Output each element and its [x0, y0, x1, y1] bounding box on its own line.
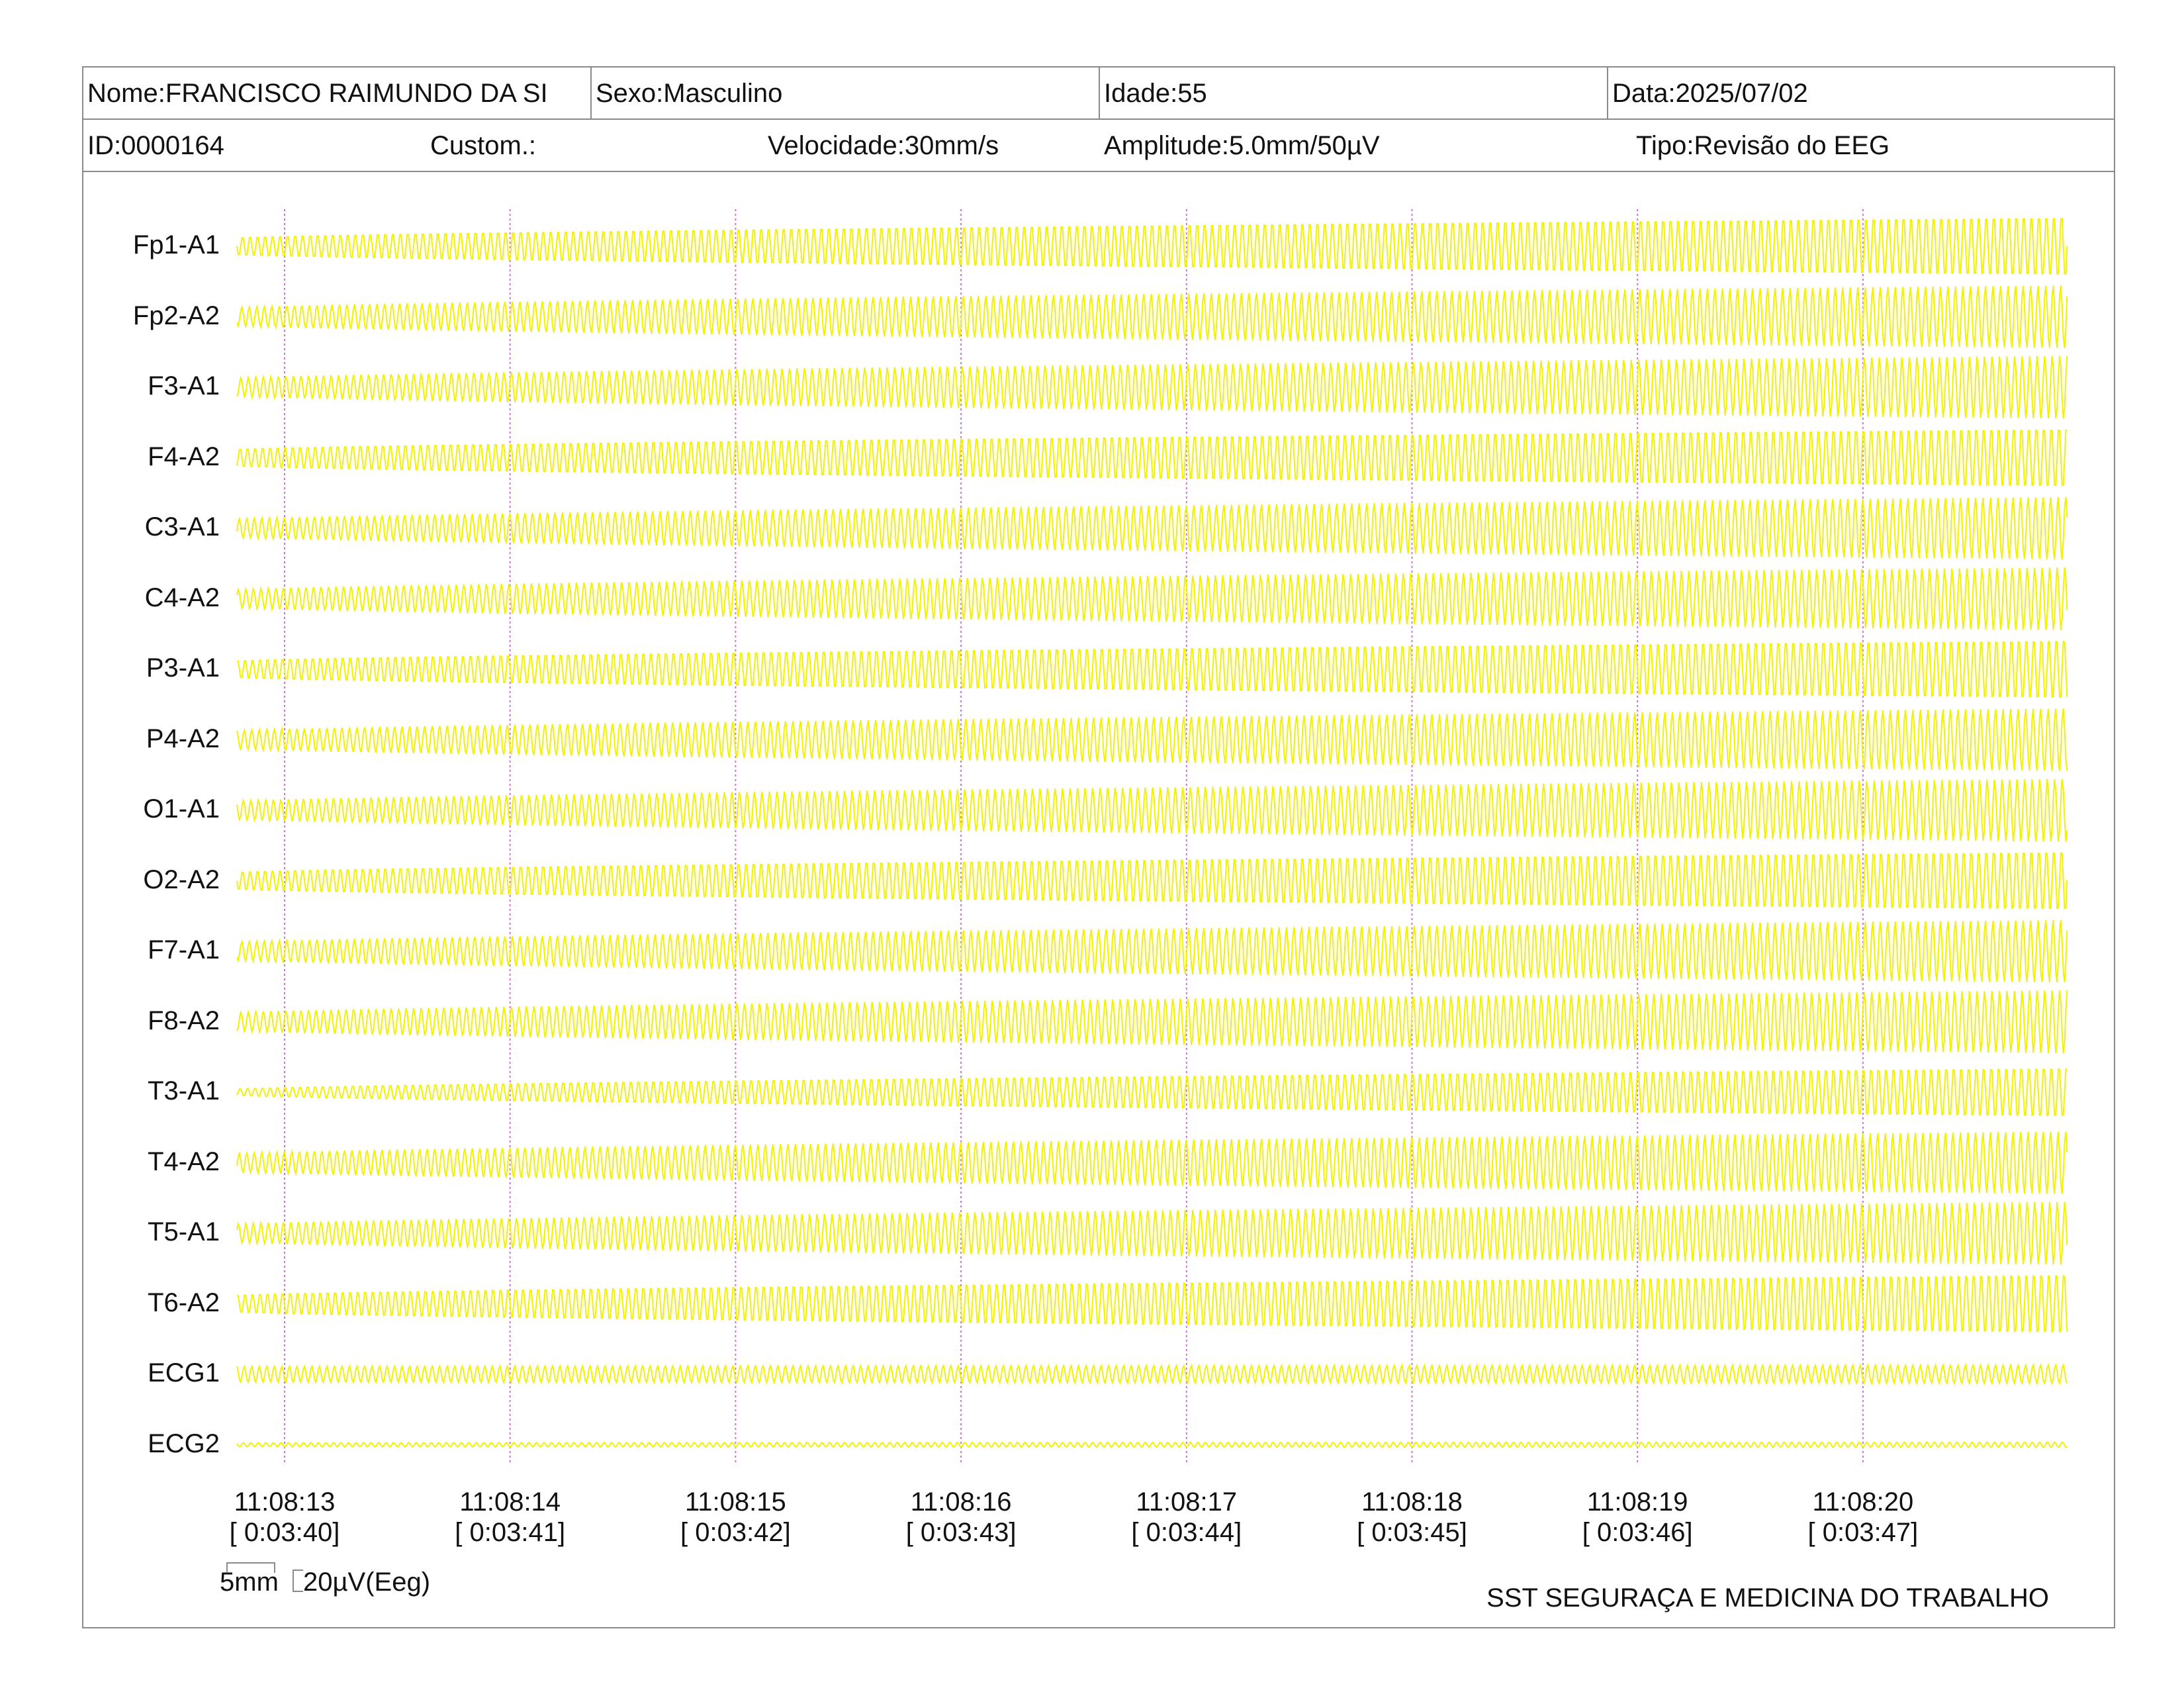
amplitude-scale-label: 20µV(Eeg) — [303, 1568, 431, 1597]
time-tick-label: 11:08:19[ 0:03:46] — [1551, 1487, 1723, 1548]
elapsed-time: [ 0:03:40] — [229, 1518, 340, 1547]
channel-label: T3-A1 — [148, 1076, 220, 1105]
channel-trace — [236, 852, 2068, 910]
channel-label: Fp1-A1 — [132, 230, 220, 259]
channel-label: F3-A1 — [148, 371, 220, 400]
channel-trace — [236, 1441, 2068, 1448]
time-tick-label: 11:08:15[ 0:03:42] — [649, 1487, 821, 1548]
elapsed-time: [ 0:03:44] — [1131, 1518, 1242, 1547]
clock-time: 11:08:20 — [1812, 1487, 1914, 1517]
clock-time: 11:08:13 — [234, 1487, 336, 1517]
clock-time: 11:08:14 — [459, 1487, 561, 1517]
time-tick-label: 11:08:16[ 0:03:43] — [875, 1487, 1047, 1548]
clock-time: 11:08:19 — [1586, 1487, 1688, 1517]
channel-trace — [236, 285, 2068, 348]
time-tick-label: 11:08:13[ 0:03:40] — [199, 1487, 371, 1548]
channel-label: F7-A1 — [148, 935, 220, 964]
elapsed-time: [ 0:03:47] — [1807, 1518, 1919, 1547]
channel-label: O1-A1 — [143, 794, 220, 823]
channel-trace — [236, 1274, 2068, 1333]
time-tick-label: 11:08:20[ 0:03:47] — [1777, 1487, 1949, 1548]
channel-trace — [236, 778, 2068, 842]
channel-trace — [236, 355, 2068, 419]
channel-trace — [236, 1068, 2068, 1117]
elapsed-time: [ 0:03:46] — [1582, 1518, 1693, 1547]
channel-trace — [237, 640, 2068, 698]
channel-label: C4-A2 — [144, 583, 220, 612]
elapsed-time: [ 0:03:43] — [905, 1518, 1017, 1547]
elapsed-time: [ 0:03:45] — [1357, 1518, 1467, 1547]
channel-label: ECG2 — [148, 1429, 220, 1458]
eeg-traces — [236, 209, 2068, 1463]
channel-trace — [236, 919, 2068, 983]
clock-time: 11:08:17 — [1136, 1487, 1238, 1517]
channel-label: C3-A1 — [144, 512, 220, 541]
time-scale-bar: 5mm — [220, 1562, 279, 1597]
channel-trace — [236, 1362, 2068, 1386]
time-tick-label: 11:08:14[ 0:03:41] — [424, 1487, 596, 1548]
footer-organization: SST SEGURAÇA E MEDICINA DO TRABALHO — [1486, 1583, 2049, 1613]
channel-trace — [236, 429, 2068, 487]
channel-label: T4-A2 — [148, 1147, 220, 1176]
channel-label: F8-A2 — [148, 1006, 220, 1035]
channel-trace — [236, 496, 2068, 560]
channel-trace — [236, 218, 2068, 275]
amplitude-scale-bracket — [293, 1570, 304, 1592]
channel-label: F4-A2 — [148, 442, 220, 471]
channel-label: T5-A1 — [148, 1217, 220, 1246]
clock-time: 11:08:18 — [1361, 1487, 1463, 1517]
channel-label: P4-A2 — [146, 724, 220, 753]
channel-label: O2-A2 — [143, 865, 220, 894]
elapsed-time: [ 0:03:42] — [680, 1518, 791, 1547]
channel-label: Fp2-A2 — [132, 301, 220, 330]
elapsed-time: [ 0:03:41] — [455, 1518, 566, 1547]
clock-time: 11:08:16 — [910, 1487, 1012, 1517]
channel-label: T6-A2 — [148, 1288, 220, 1317]
time-tick-label: 11:08:18[ 0:03:45] — [1326, 1487, 1498, 1548]
clock-time: 11:08:15 — [685, 1487, 786, 1517]
channel-trace — [236, 1131, 2068, 1194]
channel-label: P3-A1 — [146, 653, 220, 682]
time-tick-label: 11:08:17[ 0:03:44] — [1101, 1487, 1273, 1548]
channel-trace — [236, 1201, 2068, 1265]
scale-legend: 5mm 20µV(Eeg) — [220, 1562, 430, 1597]
channel-trace — [236, 708, 2068, 771]
channel-trace — [236, 567, 2068, 630]
channel-trace — [236, 990, 2068, 1054]
time-scale-bracket — [226, 1562, 275, 1573]
channel-label: ECG1 — [148, 1358, 220, 1387]
